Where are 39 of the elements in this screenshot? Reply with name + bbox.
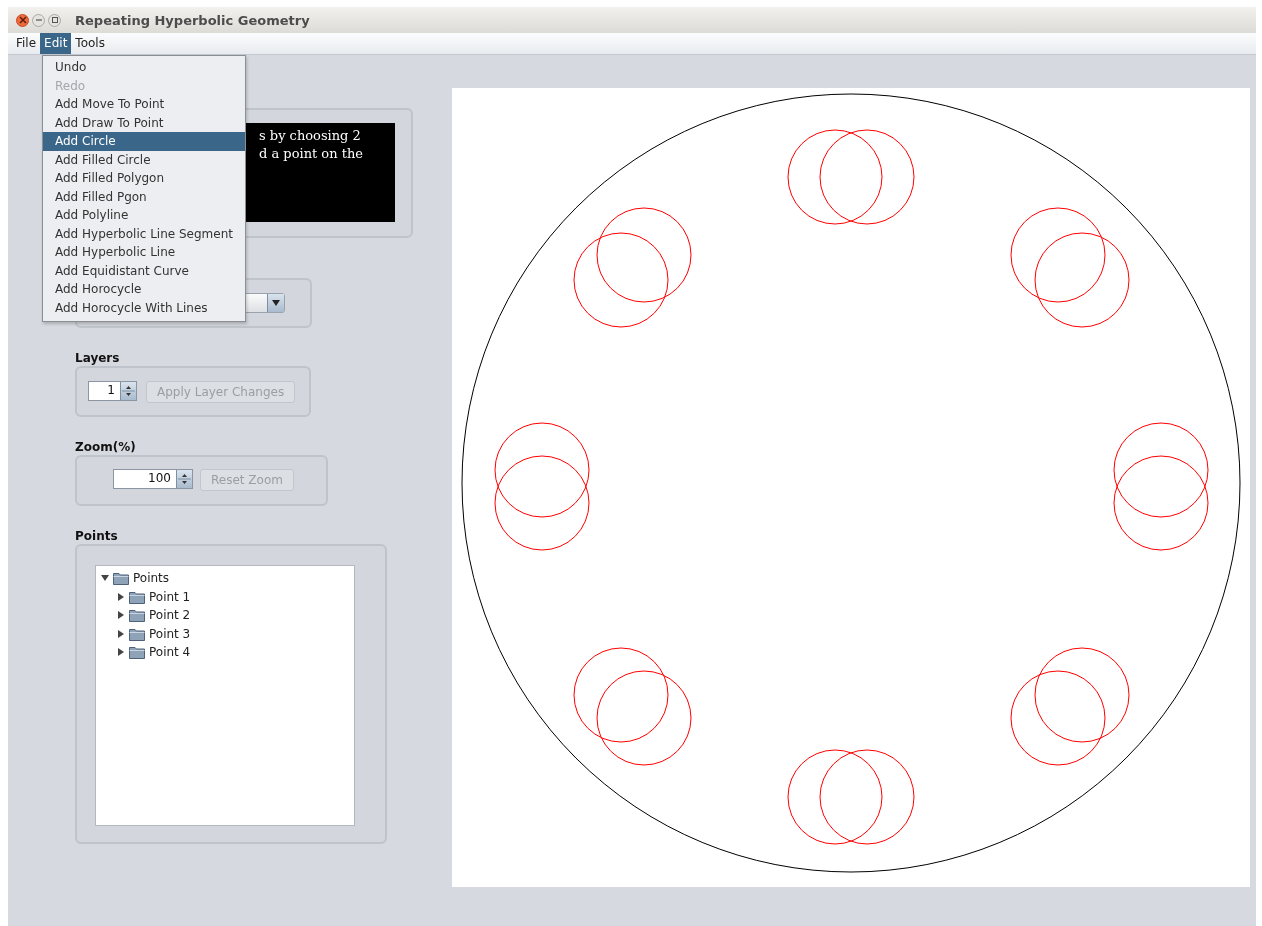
menu-item[interactable]: Tools xyxy=(71,33,109,54)
instruction-text: s by choosing 2 xyxy=(259,127,362,145)
folder-icon xyxy=(129,589,145,604)
menu-item[interactable]: Add Move To Point xyxy=(43,95,245,114)
section-label: Zoom(%) xyxy=(75,440,136,454)
menu-item[interactable]: Add Hyperbolic Line Segment xyxy=(43,224,245,243)
menu-item[interactable]: Add Polyline xyxy=(43,206,245,225)
section-label: Layers xyxy=(75,351,120,365)
expand-toggle-icon[interactable] xyxy=(116,592,126,601)
section-label: Points xyxy=(75,529,118,543)
instruction-text: d a point on the xyxy=(259,145,364,163)
menu-item[interactable]: Edit xyxy=(40,33,72,54)
menu-item[interactable]: Add Horocycle With Lines xyxy=(43,298,245,317)
menu-item[interactable]: Add Hyperbolic Line xyxy=(43,243,245,262)
tree-item[interactable]: Points xyxy=(133,571,170,586)
menu-item[interactable]: Add Draw To Point xyxy=(43,113,245,132)
tree-item[interactable]: Point 1 xyxy=(149,589,191,604)
menu-item[interactable]: File xyxy=(12,33,41,54)
menu-item[interactable]: Add Equidistant Curve xyxy=(43,261,245,280)
menu-item[interactable]: Add Filled Polygon xyxy=(43,169,245,188)
expand-toggle-icon[interactable] xyxy=(100,574,110,583)
menu-item[interactable]: Undo xyxy=(43,58,245,77)
folder-icon xyxy=(129,608,145,623)
menu-item[interactable]: Add Circle xyxy=(43,132,245,151)
expand-toggle-icon[interactable] xyxy=(116,648,126,657)
folder-icon xyxy=(129,645,145,660)
tree-item[interactable]: Point 4 xyxy=(149,645,191,660)
maximize-icon[interactable] xyxy=(48,13,61,27)
menu-item[interactable]: Add Filled Pgon xyxy=(43,187,245,206)
tree-item[interactable]: Point 2 xyxy=(149,608,191,623)
menu-item[interactable]: Add Horocycle xyxy=(43,280,245,299)
expand-toggle-icon[interactable] xyxy=(116,611,126,620)
folder-icon xyxy=(129,626,145,641)
expand-toggle-icon[interactable] xyxy=(116,629,126,638)
close-icon[interactable] xyxy=(16,13,29,27)
window-title: Repeating Hyperbolic Geometry xyxy=(75,12,310,28)
tree-item[interactable]: Point 3 xyxy=(149,626,191,641)
folder-icon xyxy=(113,571,129,586)
menu-item[interactable]: Add Filled Circle xyxy=(43,150,245,169)
